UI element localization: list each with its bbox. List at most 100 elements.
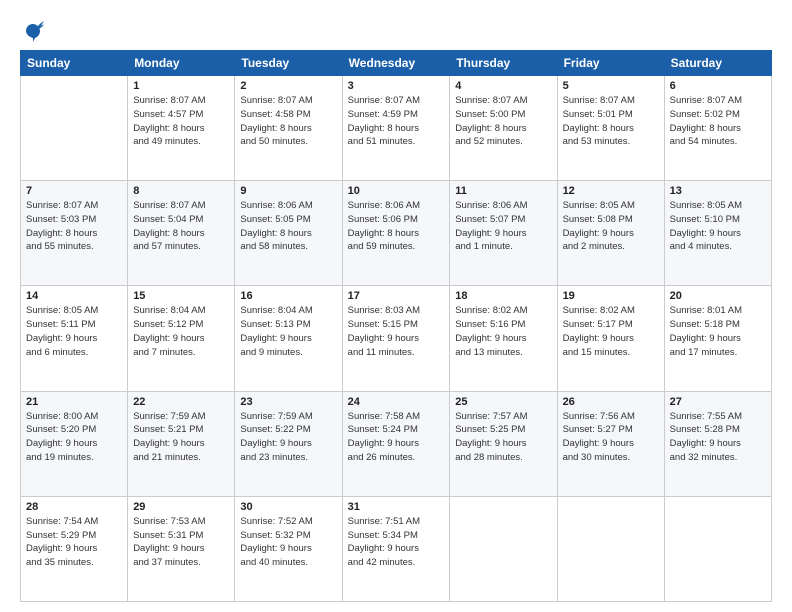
day-number: 22 — [133, 396, 229, 408]
calendar-cell: 27 Sunrise: 7:55 AMSunset: 5:28 PMDayligh… — [664, 391, 771, 496]
calendar-cell: 5 Sunrise: 8:07 AMSunset: 5:01 PMDaylight… — [557, 76, 664, 181]
day-number: 10 — [348, 185, 445, 197]
day-number: 9 — [240, 185, 336, 197]
calendar-cell: 6 Sunrise: 8:07 AMSunset: 5:02 PMDaylight… — [664, 76, 771, 181]
calendar-cell — [664, 496, 771, 601]
calendar-header-wednesday: Wednesday — [342, 51, 450, 76]
day-number: 5 — [563, 80, 659, 92]
calendar-cell: 28 Sunrise: 7:54 AMSunset: 5:29 PMDayligh… — [21, 496, 128, 601]
calendar-cell: 3 Sunrise: 8:07 AMSunset: 4:59 PMDaylight… — [342, 76, 450, 181]
calendar-cell: 2 Sunrise: 8:07 AMSunset: 4:58 PMDaylight… — [235, 76, 342, 181]
day-info: Sunrise: 8:07 AMSunset: 5:04 PMDaylight:… — [133, 199, 229, 254]
day-number: 2 — [240, 80, 336, 92]
day-number: 27 — [670, 396, 766, 408]
day-info: Sunrise: 7:55 AMSunset: 5:28 PMDaylight:… — [670, 410, 766, 465]
calendar-cell — [557, 496, 664, 601]
day-info: Sunrise: 8:07 AMSunset: 4:58 PMDaylight:… — [240, 94, 336, 149]
calendar-cell: 12 Sunrise: 8:05 AMSunset: 5:08 PMDayligh… — [557, 181, 664, 286]
calendar-cell: 29Sunrise: 7:53 AMSunset: 5:31 PMDayligh… — [128, 496, 235, 601]
day-number: 6 — [670, 80, 766, 92]
day-number: 13 — [670, 185, 766, 197]
day-number: 21 — [26, 396, 122, 408]
day-number: 12 — [563, 185, 659, 197]
day-number: 23 — [240, 396, 336, 408]
calendar-week-row: 21 Sunrise: 8:00 AMSunset: 5:20 PMDayligh… — [21, 391, 772, 496]
day-number: 17 — [348, 290, 445, 302]
day-info: Sunrise: 7:59 AMSunset: 5:21 PMDaylight:… — [133, 410, 229, 465]
calendar-cell: 7Sunrise: 8:07 AMSunset: 5:03 PMDaylight… — [21, 181, 128, 286]
calendar-cell: 17 Sunrise: 8:03 AMSunset: 5:15 PMDayligh… — [342, 286, 450, 391]
day-info: Sunrise: 7:58 AMSunset: 5:24 PMDaylight:… — [348, 410, 445, 465]
logo — [20, 20, 44, 42]
calendar-cell: 22 Sunrise: 7:59 AMSunset: 5:21 PMDayligh… — [128, 391, 235, 496]
day-info: Sunrise: 8:04 AMSunset: 5:12 PMDaylight:… — [133, 304, 229, 359]
calendar-cell: 16Sunrise: 8:04 AMSunset: 5:13 PMDayligh… — [235, 286, 342, 391]
day-info: Sunrise: 8:07 AMSunset: 4:59 PMDaylight:… — [348, 94, 445, 149]
day-info: Sunrise: 8:00 AMSunset: 5:20 PMDaylight:… — [26, 410, 122, 465]
calendar-cell — [450, 496, 557, 601]
day-number: 31 — [348, 501, 445, 513]
calendar-week-row: 1Sunrise: 8:07 AMSunset: 4:57 PMDaylight… — [21, 76, 772, 181]
day-info: Sunrise: 7:59 AMSunset: 5:22 PMDaylight:… — [240, 410, 336, 465]
day-info: Sunrise: 8:06 AMSunset: 5:05 PMDaylight:… — [240, 199, 336, 254]
calendar-cell: 26 Sunrise: 7:56 AMSunset: 5:27 PMDayligh… — [557, 391, 664, 496]
day-info: Sunrise: 7:57 AMSunset: 5:25 PMDaylight:… — [455, 410, 551, 465]
calendar-week-row: 7Sunrise: 8:07 AMSunset: 5:03 PMDaylight… — [21, 181, 772, 286]
day-info: Sunrise: 8:02 AMSunset: 5:16 PMDaylight:… — [455, 304, 551, 359]
day-number: 19 — [563, 290, 659, 302]
day-info: Sunrise: 7:54 AMSunset: 5:29 PMDaylight:… — [26, 515, 122, 570]
calendar-cell: 20 Sunrise: 8:01 AMSunset: 5:18 PMDayligh… — [664, 286, 771, 391]
day-info: Sunrise: 8:06 AMSunset: 5:07 PMDaylight:… — [455, 199, 551, 254]
day-number: 8 — [133, 185, 229, 197]
day-number: 4 — [455, 80, 551, 92]
day-info: Sunrise: 8:07 AMSunset: 5:02 PMDaylight:… — [670, 94, 766, 149]
day-info: Sunrise: 7:56 AMSunset: 5:27 PMDaylight:… — [563, 410, 659, 465]
calendar-header-sunday: Sunday — [21, 51, 128, 76]
calendar-header-row: SundayMondayTuesdayWednesdayThursdayFrid… — [21, 51, 772, 76]
calendar-cell: 10 Sunrise: 8:06 AMSunset: 5:06 PMDayligh… — [342, 181, 450, 286]
day-info: Sunrise: 8:05 AMSunset: 5:10 PMDaylight:… — [670, 199, 766, 254]
day-info: Sunrise: 8:05 AMSunset: 5:08 PMDaylight:… — [563, 199, 659, 254]
calendar-cell: 23 Sunrise: 7:59 AMSunset: 5:22 PMDayligh… — [235, 391, 342, 496]
calendar-cell: 1Sunrise: 8:07 AMSunset: 4:57 PMDaylight… — [128, 76, 235, 181]
day-number: 15 — [133, 290, 229, 302]
day-number: 26 — [563, 396, 659, 408]
day-number: 24 — [348, 396, 445, 408]
calendar-cell: 13 Sunrise: 8:05 AMSunset: 5:10 PMDayligh… — [664, 181, 771, 286]
day-number: 30 — [240, 501, 336, 513]
day-info: Sunrise: 8:07 AMSunset: 5:00 PMDaylight:… — [455, 94, 551, 149]
calendar-cell: 15 Sunrise: 8:04 AMSunset: 5:12 PMDayligh… — [128, 286, 235, 391]
calendar-cell: 14 Sunrise: 8:05 AMSunset: 5:11 PMDayligh… — [21, 286, 128, 391]
calendar-table: SundayMondayTuesdayWednesdayThursdayFrid… — [20, 50, 772, 602]
day-info: Sunrise: 7:52 AMSunset: 5:32 PMDaylight:… — [240, 515, 336, 570]
calendar-cell: 31 Sunrise: 7:51 AMSunset: 5:34 PMDayligh… — [342, 496, 450, 601]
day-number: 18 — [455, 290, 551, 302]
day-number: 3 — [348, 80, 445, 92]
calendar-header-saturday: Saturday — [664, 51, 771, 76]
day-number: 29 — [133, 501, 229, 513]
day-number: 11 — [455, 185, 551, 197]
calendar-cell: 25Sunrise: 7:57 AMSunset: 5:25 PMDayligh… — [450, 391, 557, 496]
calendar-cell: 30 Sunrise: 7:52 AMSunset: 5:32 PMDayligh… — [235, 496, 342, 601]
day-number: 20 — [670, 290, 766, 302]
calendar-cell: 21 Sunrise: 8:00 AMSunset: 5:20 PMDayligh… — [21, 391, 128, 496]
day-info: Sunrise: 8:07 AMSunset: 4:57 PMDaylight:… — [133, 94, 229, 149]
day-info: Sunrise: 8:07 AMSunset: 5:03 PMDaylight:… — [26, 199, 122, 254]
day-info: Sunrise: 8:01 AMSunset: 5:18 PMDaylight:… — [670, 304, 766, 359]
day-number: 28 — [26, 501, 122, 513]
day-number: 14 — [26, 290, 122, 302]
calendar-cell: 11 Sunrise: 8:06 AMSunset: 5:07 PMDayligh… — [450, 181, 557, 286]
day-info: Sunrise: 8:06 AMSunset: 5:06 PMDaylight:… — [348, 199, 445, 254]
calendar-cell: 9 Sunrise: 8:06 AMSunset: 5:05 PMDaylight… — [235, 181, 342, 286]
day-info: Sunrise: 7:51 AMSunset: 5:34 PMDaylight:… — [348, 515, 445, 570]
calendar-cell: 8 Sunrise: 8:07 AMSunset: 5:04 PMDaylight… — [128, 181, 235, 286]
calendar-cell: 24 Sunrise: 7:58 AMSunset: 5:24 PMDayligh… — [342, 391, 450, 496]
calendar-week-row: 28 Sunrise: 7:54 AMSunset: 5:29 PMDayligh… — [21, 496, 772, 601]
header — [20, 20, 772, 42]
day-info: Sunrise: 8:03 AMSunset: 5:15 PMDaylight:… — [348, 304, 445, 359]
logo-bird-icon — [22, 20, 44, 42]
day-info: Sunrise: 8:02 AMSunset: 5:17 PMDaylight:… — [563, 304, 659, 359]
calendar-header-tuesday: Tuesday — [235, 51, 342, 76]
day-info: Sunrise: 8:07 AMSunset: 5:01 PMDaylight:… — [563, 94, 659, 149]
day-info: Sunrise: 8:05 AMSunset: 5:11 PMDaylight:… — [26, 304, 122, 359]
